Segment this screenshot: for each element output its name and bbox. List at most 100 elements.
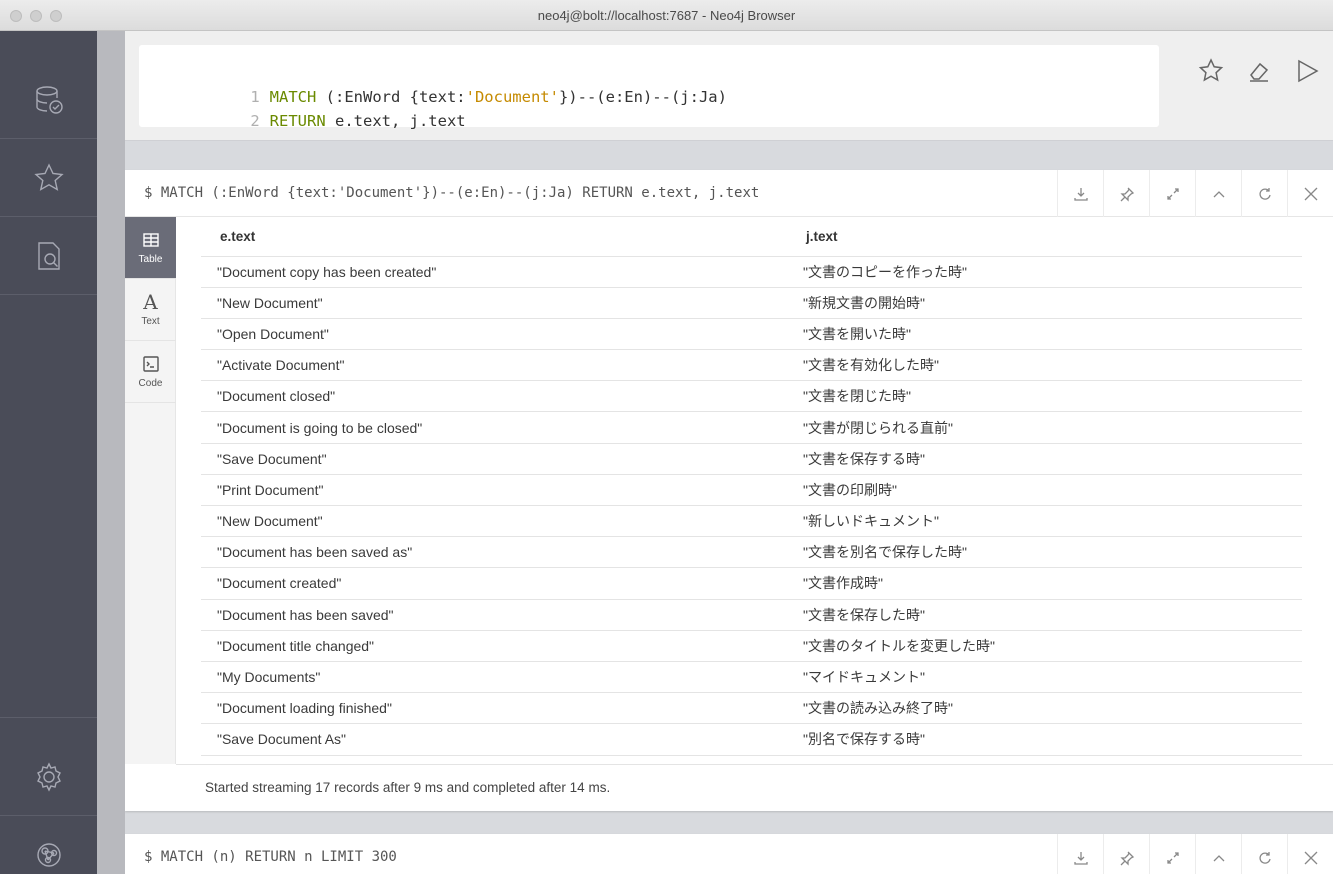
documents-nav-button[interactable] — [0, 217, 97, 295]
line-number: 2 — [250, 112, 260, 130]
cell-e-text: "Save Document" — [201, 443, 787, 475]
code-view-icon-wrap — [141, 354, 161, 374]
cell-e-text: "Document is going to be closed" — [201, 411, 787, 444]
pin-button[interactable] — [1103, 170, 1149, 217]
cell-e-text: "New Document" — [201, 505, 787, 538]
table-row: "Document has been saved as" "文書を別名で保存した時… — [201, 536, 1302, 569]
view-label: Text — [141, 316, 160, 327]
view-switcher: Table A Text Code — [125, 217, 176, 764]
rerun-icon — [1258, 851, 1271, 864]
close-frame-button[interactable] — [1287, 834, 1333, 874]
cell-j-text: "文書のタイトルを変更した時" — [787, 630, 1302, 662]
star-icon[interactable] — [1197, 57, 1225, 85]
cell-e-text: "Save Document As" — [201, 723, 787, 756]
close-icon — [1304, 851, 1317, 864]
rerun-icon — [1258, 187, 1271, 200]
play-icon[interactable] — [1293, 57, 1321, 85]
rerun-button[interactable] — [1241, 834, 1287, 874]
table-row: "New Document" "新規文書の開始時" — [201, 287, 1302, 319]
close-icon — [1304, 187, 1317, 200]
frame-toolbar — [1057, 834, 1333, 874]
table-icon — [142, 233, 159, 247]
cell-e-text: "Document created" — [201, 567, 787, 600]
frame-toolbar — [1057, 170, 1333, 217]
cell-j-text: "文書を別名で保存した時" — [787, 536, 1302, 569]
eraser-icon[interactable] — [1245, 57, 1273, 85]
table-row: "New Document" "新しいドキュメント" — [201, 505, 1302, 538]
frame-command[interactable]: $ MATCH (n) RETURN n LIMIT 300 — [144, 834, 397, 874]
download-button[interactable] — [1057, 834, 1103, 874]
cell-j-text: "文書の印刷時" — [787, 474, 1302, 507]
code-icon — [142, 356, 159, 372]
minimize-window-button[interactable] — [30, 10, 42, 22]
editor-line-2: 2 RETURN e.text, j.text — [139, 85, 465, 130]
cell-e-text: "Print Document" — [201, 474, 787, 507]
database-nav-button[interactable] — [0, 61, 97, 139]
collapse-button[interactable] — [1195, 170, 1241, 217]
table-row: "Document loading finished" "文書の読み込み終了時" — [201, 692, 1302, 725]
expand-button[interactable] — [1149, 170, 1195, 217]
result-table-container: e.text j.text "Document copy has been cr… — [201, 217, 1302, 756]
neo4j-logo-icon — [36, 843, 61, 867]
expand-button[interactable] — [1149, 834, 1195, 874]
cell-j-text: "新規文書の開始時" — [787, 287, 1302, 319]
cell-e-text: "Document loading finished" — [201, 692, 787, 725]
table-row: "Print Document" "文書の印刷時" — [201, 474, 1302, 507]
document-search-icon — [37, 241, 60, 270]
keyword: RETURN — [269, 112, 326, 130]
cell-e-text: "Document closed" — [201, 380, 787, 413]
sidebar-divider — [0, 717, 97, 718]
window-controls[interactable] — [10, 10, 62, 22]
view-table-button[interactable]: Table — [125, 217, 176, 279]
code-text: })--(e:En)--(j:Ja) — [558, 88, 727, 106]
window-titlebar: neo4j@bolt://localhost:7687 - Neo4j Brow… — [0, 0, 1333, 31]
table-view-icon-wrap — [141, 230, 161, 250]
favorites-nav-button[interactable] — [0, 139, 97, 217]
download-icon — [1073, 187, 1088, 201]
download-icon — [1073, 851, 1088, 865]
window-title: neo4j@bolt://localhost:7687 - Neo4j Brow… — [537, 7, 796, 23]
table-row: "Save Document As" "別名で保存する時" — [201, 723, 1302, 756]
cell-j-text: "別名で保存する時" — [787, 723, 1302, 756]
cell-e-text: "Document has been saved as" — [201, 536, 787, 569]
table-row: "Activate Document" "文書を有効化した時" — [201, 349, 1302, 382]
close-window-button[interactable] — [10, 10, 22, 22]
rerun-button[interactable] — [1241, 170, 1287, 217]
result-frame-2: $ MATCH (n) RETURN n LIMIT 300 — [125, 834, 1333, 874]
column-header: e.text — [201, 217, 787, 257]
expand-icon — [1166, 851, 1179, 864]
cell-e-text: "Activate Document" — [201, 349, 787, 382]
cell-e-text: "Open Document" — [201, 318, 787, 351]
star-icon — [33, 162, 64, 191]
table-row: "Document is going to be closed" "文書が閉じられ… — [201, 411, 1302, 444]
view-text-button[interactable]: A Text — [125, 279, 176, 341]
table-row: "Document copy has been created" "文書のコピーを… — [201, 256, 1302, 288]
zoom-window-button[interactable] — [50, 10, 62, 22]
table-row: "My Documents" "マイドキュメント" — [201, 661, 1302, 694]
sidebar-drawer-edge — [97, 31, 125, 874]
download-button[interactable] — [1057, 170, 1103, 217]
cell-e-text: "Document title changed" — [201, 630, 787, 662]
table-body: "Document copy has been created" "文書のコピーを… — [201, 256, 1302, 756]
about-nav-button[interactable] — [0, 816, 97, 874]
editor-line-1: 1 MATCH (:EnWord {text:'Document'})--(e:E… — [139, 61, 727, 106]
cell-j-text: "文書を開いた時" — [787, 318, 1302, 351]
view-label: Code — [138, 378, 163, 389]
view-label: Table — [138, 254, 163, 265]
frame-command[interactable]: $ MATCH (:EnWord {text:'Document'})--(e:… — [144, 170, 759, 217]
collapse-button[interactable] — [1195, 834, 1241, 874]
pin-icon — [1119, 851, 1134, 866]
cell-j-text: "新しいドキュメント" — [787, 505, 1302, 538]
cell-j-text: "文書を有効化した時" — [787, 349, 1302, 382]
close-frame-button[interactable] — [1287, 170, 1333, 217]
text-icon: A — [143, 290, 158, 314]
status-bar: Started streaming 17 records after 9 ms … — [176, 764, 1333, 811]
frame-header: $ MATCH (n) RETURN n LIMIT 300 — [125, 834, 1333, 874]
view-code-button[interactable]: Code — [125, 341, 176, 403]
table-row: "Save Document" "文書を保存する時" — [201, 443, 1302, 475]
pin-button[interactable] — [1103, 834, 1149, 874]
settings-nav-button[interactable] — [0, 738, 97, 816]
result-table: e.text j.text "Document copy has been cr… — [201, 217, 1302, 756]
table-row: "Document title changed" "文書のタイトルを変更した時" — [201, 630, 1302, 662]
query-editor[interactable]: 1 MATCH (:EnWord {text:'Document'})--(e:E… — [139, 45, 1159, 130]
